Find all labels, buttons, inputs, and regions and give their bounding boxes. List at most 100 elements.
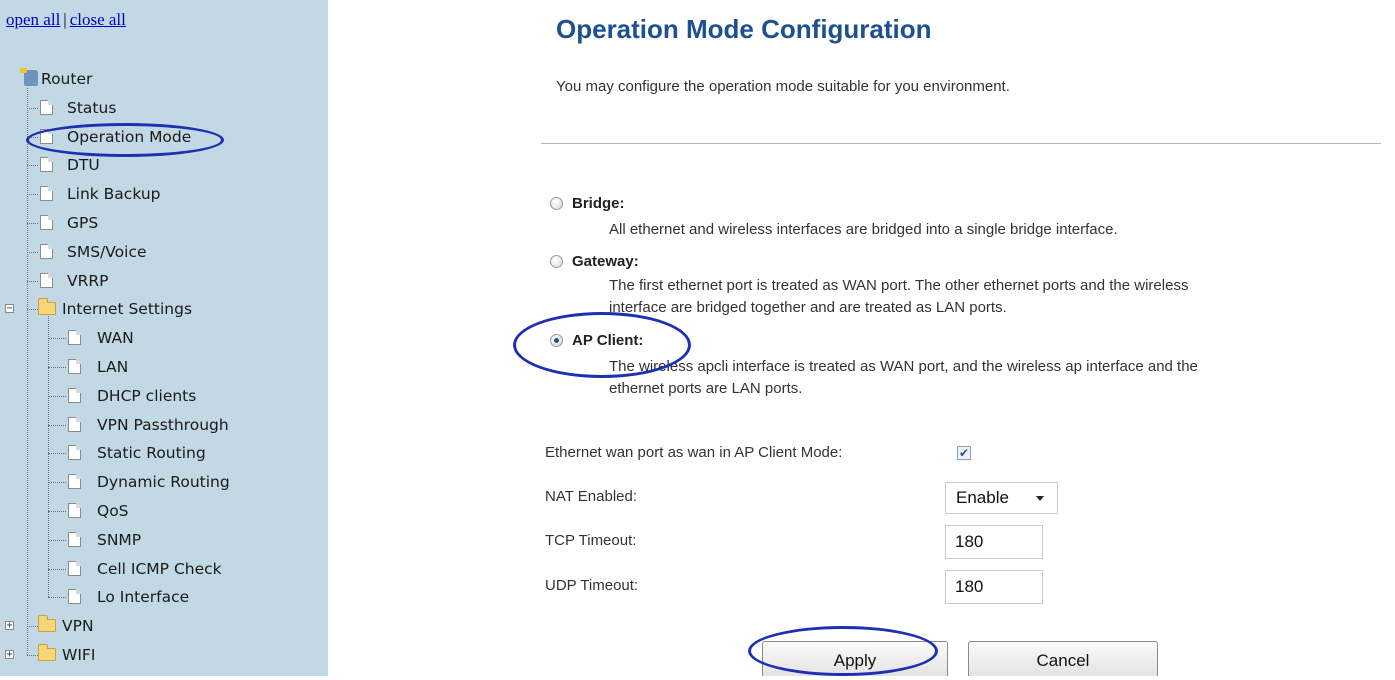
tree-item-label: Status (67, 99, 117, 117)
folder-icon (38, 615, 56, 632)
expand-icon[interactable]: + (5, 621, 14, 631)
tree-item-label: SMS/Voice (67, 243, 147, 261)
tree-connector (48, 316, 49, 597)
open-all-link[interactable]: open all (6, 10, 60, 29)
tree-connector (27, 626, 38, 627)
page-icon (68, 561, 81, 576)
gateway-description: The first ethernet port is treated as WA… (609, 275, 1188, 319)
page-icon (40, 157, 53, 172)
ap-client-description-line: ethernet ports are LAN ports. (609, 380, 803, 397)
nav-tree-panel: open all | close all Router Status Operation… (0, 0, 328, 676)
tcp-timeout-label: TCP Timeout: (545, 532, 637, 549)
page-icon (40, 215, 53, 230)
page-icon (68, 474, 81, 489)
gateway-description-line: The first ethernet port is treated as WA… (609, 277, 1189, 294)
bridge-label[interactable]: Bridge: (572, 195, 625, 212)
tree-connector (48, 396, 66, 397)
nat-enabled-label: NAT Enabled: (545, 488, 637, 505)
gateway-radio[interactable] (550, 255, 563, 268)
page-icon (68, 359, 81, 374)
tree-connector (27, 88, 28, 655)
bridge-description: All ethernet and wireless interfaces are… (609, 219, 1118, 241)
tree-item-label: QoS (97, 502, 129, 520)
page-icon (68, 589, 81, 604)
bridge-radio[interactable] (550, 197, 563, 210)
page-icon (68, 388, 81, 403)
tree-connector (27, 137, 38, 138)
udp-timeout-label: UDP Timeout: (545, 577, 639, 594)
tree-connector (27, 194, 38, 195)
tree-item-qos[interactable]: QoS (0, 498, 328, 524)
tree-item-label: Dynamic Routing (97, 473, 230, 491)
eth-wan-label: Ethernet wan port as wan in AP Client Mo… (545, 444, 843, 461)
tree-item-label: VRRP (67, 272, 109, 290)
tree-item-label: LAN (97, 358, 129, 376)
tree-item-dhcp-clients[interactable]: DHCP clients (0, 383, 328, 409)
page-icon (68, 330, 81, 345)
gateway-label[interactable]: Gateway: (572, 253, 639, 270)
tree-item-dynamic-routing[interactable]: Dynamic Routing (0, 469, 328, 495)
tree-item-label: SNMP (97, 531, 142, 549)
tree-item-lan[interactable]: LAN (0, 354, 328, 380)
tree-item-label: Static Routing (97, 444, 206, 462)
tree-item-lo-interface[interactable]: Lo Interface (0, 584, 328, 610)
page-icon (68, 503, 81, 518)
page-icon (40, 244, 53, 259)
tree-item-snmp[interactable]: SNMP (0, 527, 328, 553)
tree-item-internet-settings[interactable]: − Internet Settings (0, 296, 328, 322)
tree-item-gps[interactable]: GPS (0, 210, 328, 236)
tree-item-label: Operation Mode (67, 128, 192, 146)
tree-item-link-backup[interactable]: Link Backup (0, 181, 328, 207)
tree-connector (48, 597, 66, 598)
gateway-description-line: interface are bridged together and are t… (609, 299, 1007, 316)
tree-item-wifi[interactable]: + WIFI (0, 642, 328, 668)
page-title: Operation Mode Configuration (556, 14, 932, 44)
tree-item-label: Internet Settings (62, 300, 193, 318)
tree-item-static-routing[interactable]: Static Routing (0, 440, 328, 466)
ap-client-label[interactable]: AP Client: (572, 332, 643, 349)
cancel-button[interactable]: Cancel (968, 641, 1158, 676)
tree-connector (48, 482, 66, 483)
collapse-icon[interactable]: − (5, 304, 14, 314)
tree-item-dtu[interactable]: DTU (0, 152, 328, 178)
tree-item-wan[interactable]: WAN (0, 325, 328, 351)
tree-connector (48, 453, 66, 454)
tree-item-label: Link Backup (67, 185, 161, 203)
tree-connector (27, 655, 38, 656)
tree-item-router[interactable]: Router (0, 66, 328, 92)
tree-connector (27, 165, 38, 166)
tree-item-operation-mode[interactable]: Operation Mode (0, 124, 328, 150)
tree-item-cell-icmp-check[interactable]: Cell ICMP Check (0, 556, 328, 582)
tree-item-label: Router (41, 70, 93, 88)
tree-connector (27, 281, 38, 282)
tree-item-label: VPN (62, 617, 94, 635)
eth-wan-checkbox[interactable]: ✔ (957, 446, 971, 460)
tree-item-label: DTU (67, 156, 100, 174)
ap-client-description-line: The wireless apcli interface is treated … (609, 358, 1198, 375)
tree-item-vrrp[interactable]: VRRP (0, 268, 328, 294)
nat-enabled-value: Enable (956, 488, 1009, 507)
tree-connector (27, 108, 38, 109)
folder-icon (38, 644, 56, 661)
tree-item-label: Lo Interface (97, 588, 190, 606)
tree-connector (48, 367, 66, 368)
tcp-timeout-input[interactable]: 180 (945, 525, 1043, 559)
close-all-link[interactable]: close all (70, 10, 126, 29)
expand-icon[interactable]: + (5, 650, 14, 660)
tree-item-status[interactable]: Status (0, 95, 328, 121)
tree-connector (27, 223, 38, 224)
tree-item-label: DHCP clients (97, 387, 197, 405)
page-icon (40, 129, 53, 144)
tree-controls: open all | close all (6, 10, 126, 30)
ap-client-radio[interactable] (550, 334, 563, 347)
nat-enabled-select[interactable]: Enable (945, 482, 1058, 514)
page-icon (40, 273, 53, 288)
apply-button[interactable]: Apply (762, 641, 948, 676)
tree-connector (48, 425, 66, 426)
tree-item-vpn[interactable]: + VPN (0, 613, 328, 639)
tree-item-sms-voice[interactable]: SMS/Voice (0, 239, 328, 265)
divider (541, 143, 1381, 144)
tree-item-vpn-passthrough[interactable]: VPN Passthrough (0, 412, 328, 438)
udp-timeout-input[interactable]: 180 (945, 570, 1043, 604)
page-icon (40, 186, 53, 201)
